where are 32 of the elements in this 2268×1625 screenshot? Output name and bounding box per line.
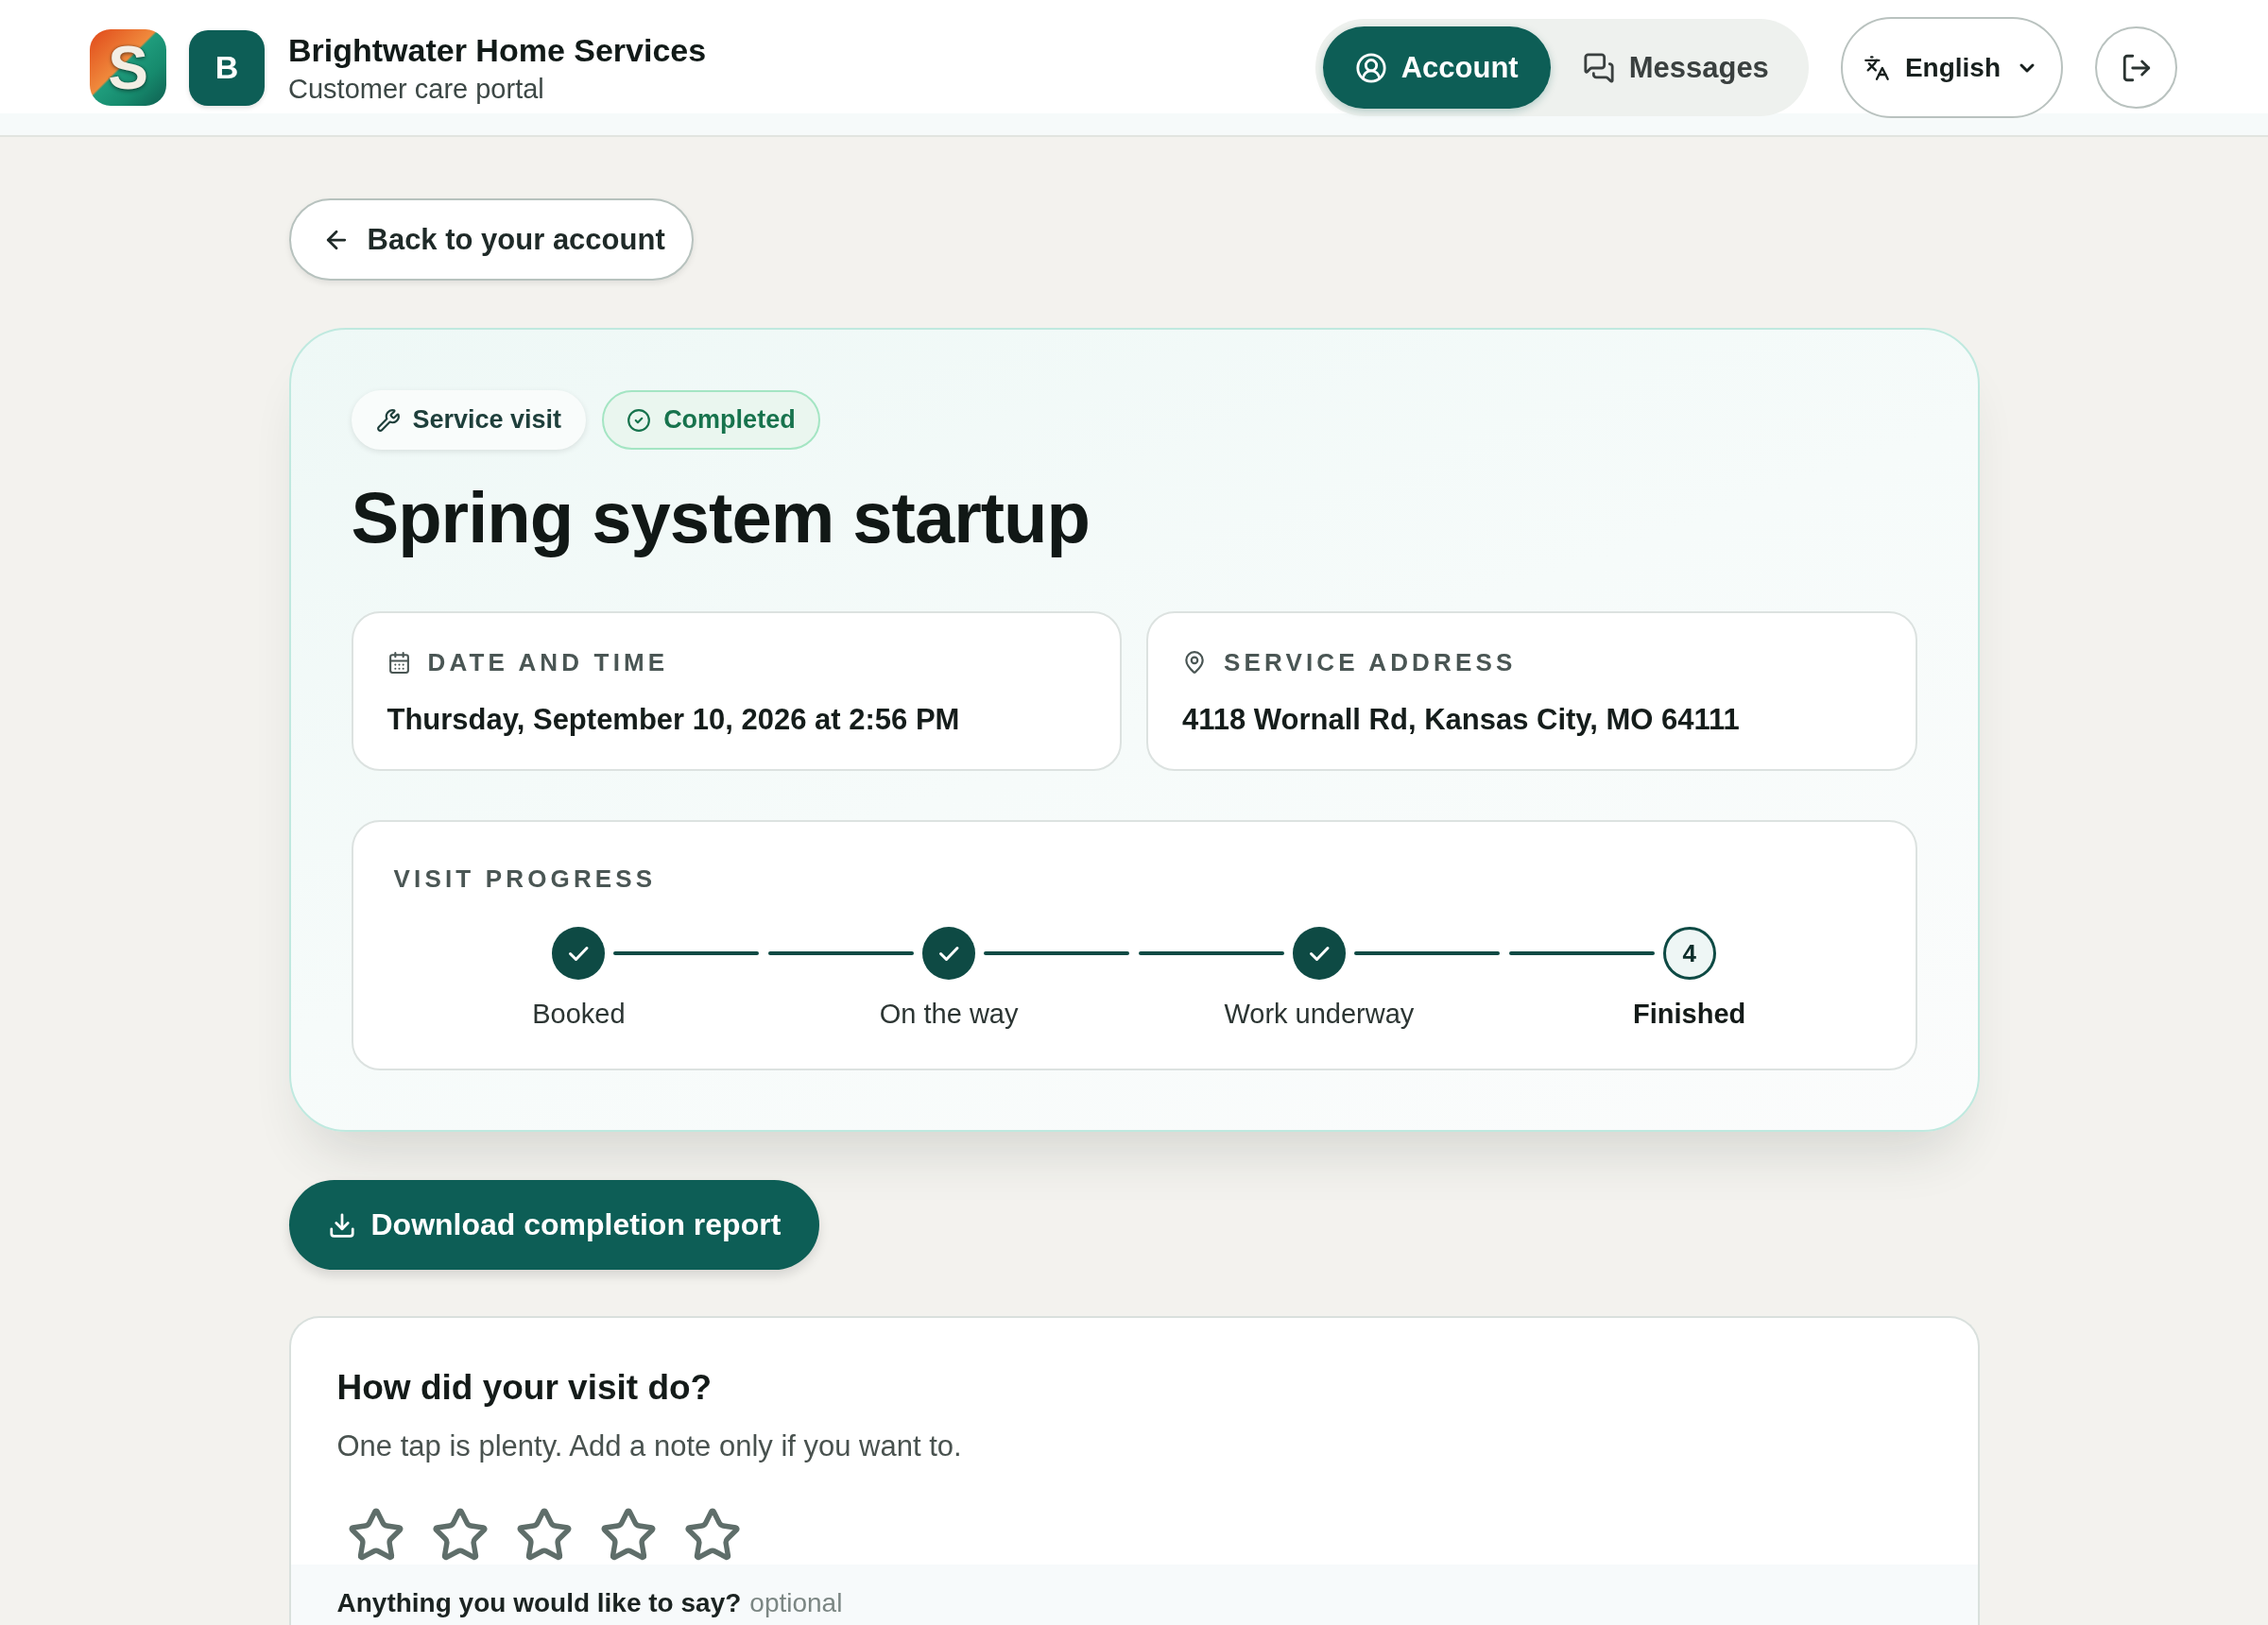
user-circle-icon (1354, 51, 1387, 84)
company-avatar: B (189, 29, 265, 106)
download-report-button[interactable]: Download completion report (288, 1180, 820, 1270)
back-button[interactable]: Back to your account (288, 198, 694, 281)
calendar-icon (387, 650, 411, 675)
step-label: On the way (879, 998, 1019, 1030)
status-badge: Completed (602, 390, 820, 450)
visit-title: Spring system startup (351, 476, 1091, 558)
feedback-title: How did your visit do? (336, 1367, 713, 1409)
step-label: Finished (1633, 998, 1746, 1030)
visit-type-badge: Service visit (351, 390, 587, 450)
detail-label: SERVICE ADDRESS (1224, 648, 1517, 676)
feedback-subtitle: One tap is plenty. Add a note only if you want to. (336, 1428, 963, 1464)
progress-title: VISIT PROGRESS (393, 864, 658, 893)
map-pin-icon (1182, 650, 1207, 675)
detail-label: DATE AND TIME (427, 648, 669, 676)
wrench-icon (375, 407, 401, 433)
step-label: Work underway (1224, 998, 1415, 1030)
note-label: Anything you would like to say? (336, 1587, 742, 1619)
nav-tab[interactable]: Account (1322, 26, 1551, 109)
translate-icon (1863, 54, 1890, 81)
detail-value: 4118 Wornall Rd, Kansas City, MO 64111 (1182, 703, 1741, 737)
step-number: 4 (1662, 927, 1716, 980)
optional-hint: optional (749, 1587, 843, 1619)
detail-value: Thursday, September 10, 2026 at 2:56 PM (387, 703, 961, 737)
step-label: Booked (532, 998, 626, 1030)
chat-bubbles-icon (1582, 51, 1615, 84)
nav-tab[interactable]: Messages (1550, 26, 1801, 109)
check-circle-icon (627, 407, 652, 433)
portal-subtitle: Customer care portal (288, 72, 545, 105)
language-select[interactable]: English (1840, 17, 2063, 118)
company-name: Brightwater Home Services (288, 30, 707, 69)
